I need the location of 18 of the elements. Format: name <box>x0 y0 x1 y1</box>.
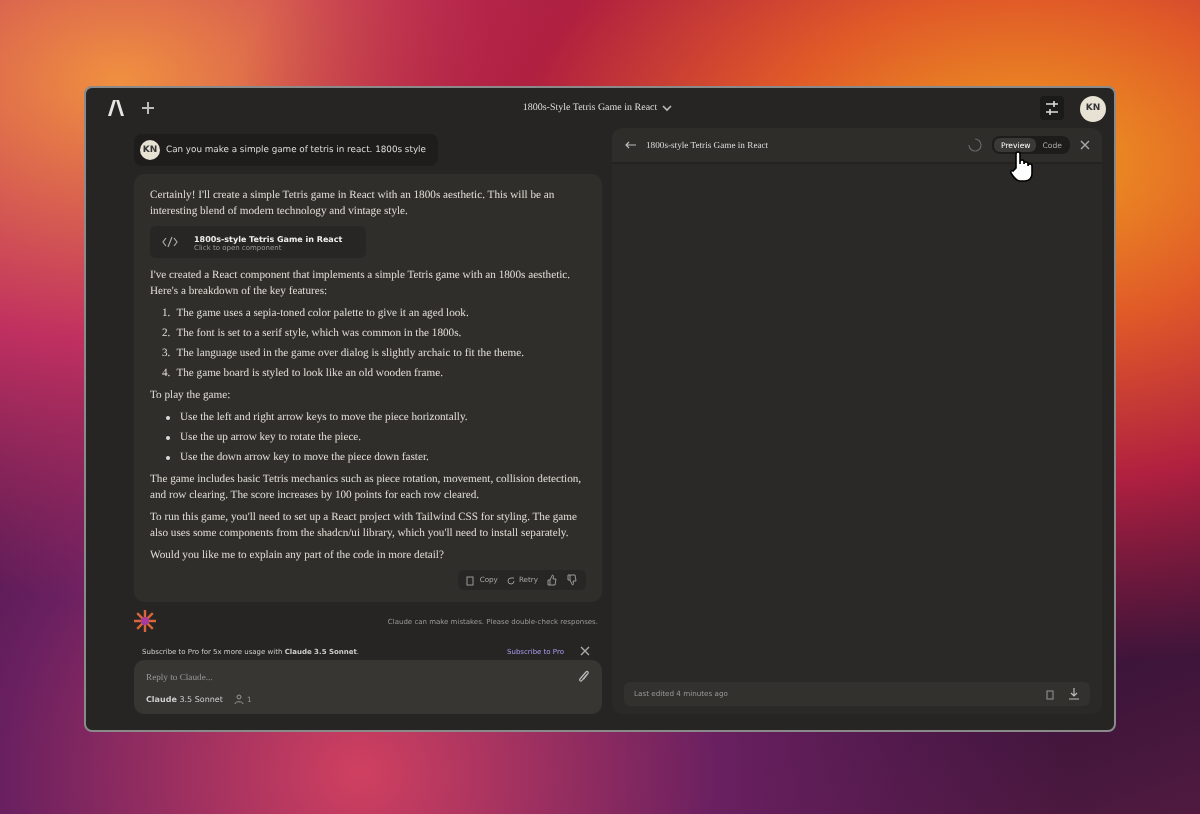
hand-cursor-icon <box>1008 150 1035 182</box>
sidebar-toggle-icon[interactable] <box>1040 96 1064 120</box>
thumbs-down-icon[interactable] <box>566 574 578 586</box>
back-arrow-icon[interactable] <box>624 140 636 150</box>
copy-icon <box>466 575 477 585</box>
paperclip-icon[interactable] <box>578 670 590 684</box>
person-icon <box>234 694 245 704</box>
close-icon[interactable] <box>1080 140 1090 150</box>
retry-icon <box>505 575 516 585</box>
chevron-down-icon[interactable] <box>661 104 672 112</box>
sunburst-avatar-icon <box>134 610 156 632</box>
thumbs-up-icon[interactable] <box>546 574 558 586</box>
copy-icon[interactable] <box>1046 689 1056 699</box>
close-icon[interactable] <box>580 646 590 656</box>
plus-icon[interactable] <box>142 102 154 114</box>
logo-icon <box>106 100 126 116</box>
download-icon[interactable] <box>1068 688 1080 700</box>
code-icon <box>162 236 178 248</box>
